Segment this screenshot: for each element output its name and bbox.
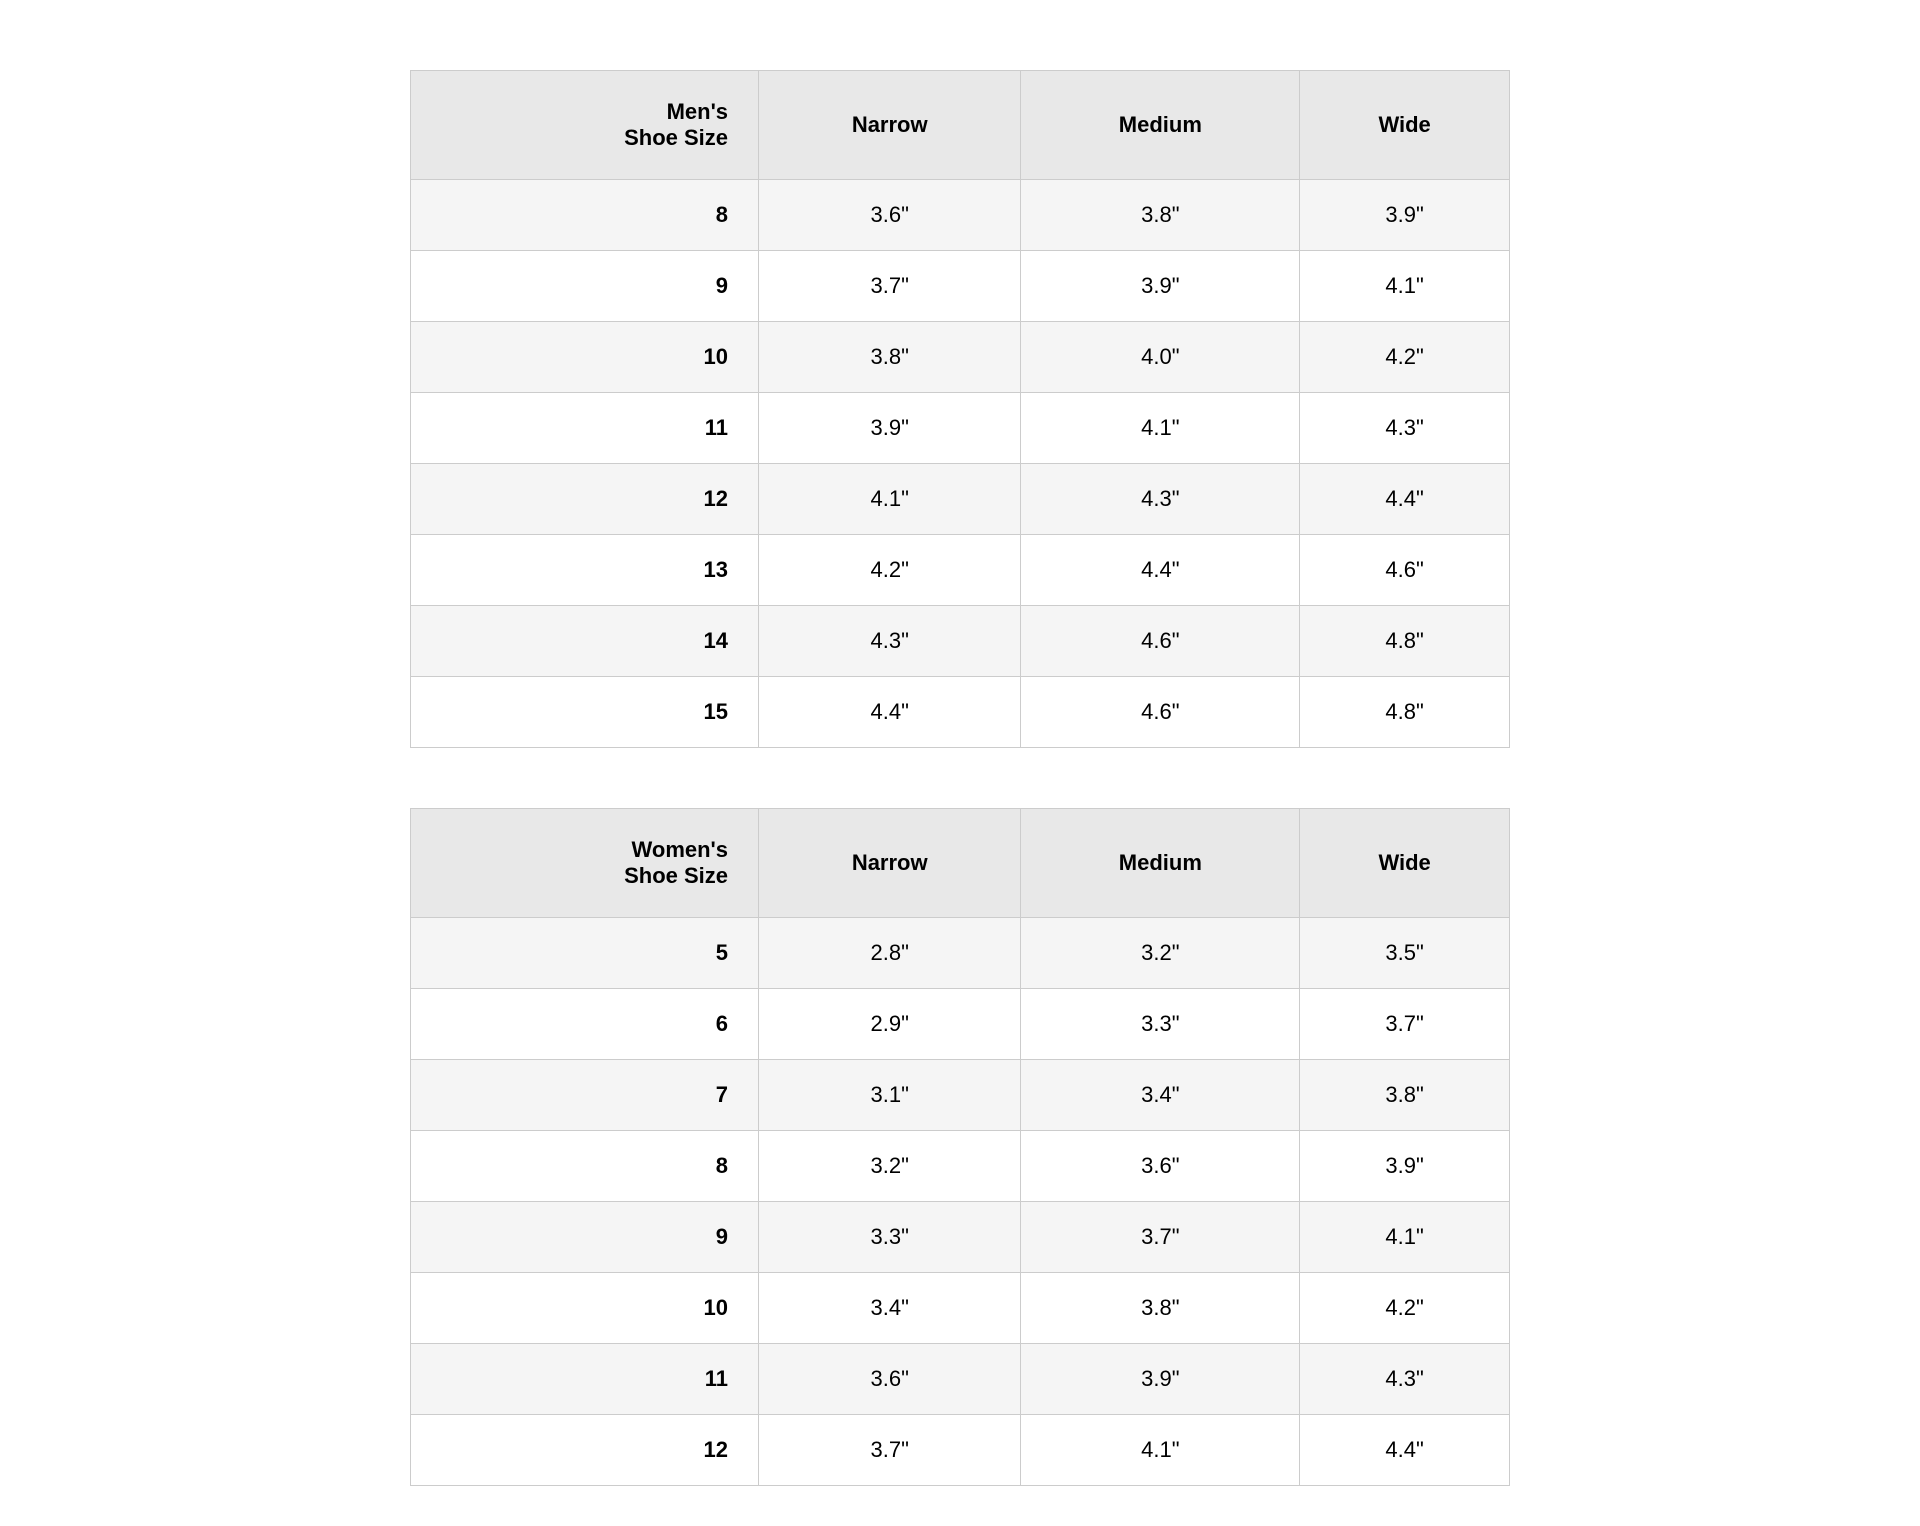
narrow-cell: 4.1" bbox=[759, 464, 1021, 535]
table-row: 6 2.9" 3.3" 3.7" bbox=[411, 989, 1510, 1060]
narrow-cell: 4.4" bbox=[759, 677, 1021, 748]
size-cell: 8 bbox=[411, 180, 759, 251]
size-cell: 6 bbox=[411, 989, 759, 1060]
size-cell: 5 bbox=[411, 918, 759, 989]
table-row: 8 3.2" 3.6" 3.9" bbox=[411, 1131, 1510, 1202]
wide-cell: 3.7" bbox=[1300, 989, 1510, 1060]
table-row: 9 3.7" 3.9" 4.1" bbox=[411, 251, 1510, 322]
medium-cell: 3.8" bbox=[1021, 1273, 1300, 1344]
wide-cell: 4.6" bbox=[1300, 535, 1510, 606]
narrow-cell: 4.3" bbox=[759, 606, 1021, 677]
wide-cell: 4.8" bbox=[1300, 606, 1510, 677]
size-cell: 12 bbox=[411, 1415, 759, 1486]
medium-cell: 3.3" bbox=[1021, 989, 1300, 1060]
medium-cell: 4.0" bbox=[1021, 322, 1300, 393]
table-row: 5 2.8" 3.2" 3.5" bbox=[411, 918, 1510, 989]
womens-size-header: Women'sShoe Size bbox=[411, 809, 759, 918]
table-row: 12 3.7" 4.1" 4.4" bbox=[411, 1415, 1510, 1486]
womens-shoe-size-table: Women'sShoe Size Narrow Medium Wide 5 2.… bbox=[410, 808, 1510, 1486]
wide-cell: 4.1" bbox=[1300, 251, 1510, 322]
narrow-cell: 3.9" bbox=[759, 393, 1021, 464]
narrow-cell: 3.1" bbox=[759, 1060, 1021, 1131]
mens-shoe-size-table: Men'sShoe Size Narrow Medium Wide 8 3.6"… bbox=[410, 70, 1510, 748]
size-cell: 9 bbox=[411, 251, 759, 322]
wide-cell: 3.9" bbox=[1300, 180, 1510, 251]
wide-cell: 3.5" bbox=[1300, 918, 1510, 989]
wide-cell: 3.9" bbox=[1300, 1131, 1510, 1202]
medium-cell: 3.9" bbox=[1021, 1344, 1300, 1415]
table-row: 11 3.6" 3.9" 4.3" bbox=[411, 1344, 1510, 1415]
table-row: 13 4.2" 4.4" 4.6" bbox=[411, 535, 1510, 606]
mens-narrow-header: Narrow bbox=[759, 71, 1021, 180]
medium-cell: 3.2" bbox=[1021, 918, 1300, 989]
narrow-cell: 2.8" bbox=[759, 918, 1021, 989]
size-cell: 10 bbox=[411, 322, 759, 393]
wide-cell: 4.1" bbox=[1300, 1202, 1510, 1273]
table-row: 15 4.4" 4.6" 4.8" bbox=[411, 677, 1510, 748]
size-cell: 9 bbox=[411, 1202, 759, 1273]
medium-cell: 4.4" bbox=[1021, 535, 1300, 606]
medium-cell: 3.7" bbox=[1021, 1202, 1300, 1273]
table-row: 9 3.3" 3.7" 4.1" bbox=[411, 1202, 1510, 1273]
mens-medium-header: Medium bbox=[1021, 71, 1300, 180]
medium-cell: 4.3" bbox=[1021, 464, 1300, 535]
narrow-cell: 4.2" bbox=[759, 535, 1021, 606]
mens-size-header: Men'sShoe Size bbox=[411, 71, 759, 180]
wide-cell: 4.8" bbox=[1300, 677, 1510, 748]
medium-cell: 4.1" bbox=[1021, 393, 1300, 464]
medium-cell: 3.4" bbox=[1021, 1060, 1300, 1131]
wide-cell: 4.2" bbox=[1300, 322, 1510, 393]
table-row: 11 3.9" 4.1" 4.3" bbox=[411, 393, 1510, 464]
wide-cell: 4.4" bbox=[1300, 464, 1510, 535]
size-cell: 15 bbox=[411, 677, 759, 748]
table-row: 12 4.1" 4.3" 4.4" bbox=[411, 464, 1510, 535]
narrow-cell: 3.7" bbox=[759, 1415, 1021, 1486]
size-cell: 10 bbox=[411, 1273, 759, 1344]
size-cell: 11 bbox=[411, 1344, 759, 1415]
medium-cell: 4.6" bbox=[1021, 677, 1300, 748]
medium-cell: 3.6" bbox=[1021, 1131, 1300, 1202]
wide-cell: 4.3" bbox=[1300, 1344, 1510, 1415]
table-row: 14 4.3" 4.6" 4.8" bbox=[411, 606, 1510, 677]
table-row: 7 3.1" 3.4" 3.8" bbox=[411, 1060, 1510, 1131]
wide-cell: 3.8" bbox=[1300, 1060, 1510, 1131]
narrow-cell: 3.8" bbox=[759, 322, 1021, 393]
size-cell: 13 bbox=[411, 535, 759, 606]
mens-wide-header: Wide bbox=[1300, 71, 1510, 180]
table-row: 10 3.4" 3.8" 4.2" bbox=[411, 1273, 1510, 1344]
narrow-cell: 3.7" bbox=[759, 251, 1021, 322]
womens-medium-header: Medium bbox=[1021, 809, 1300, 918]
medium-cell: 3.8" bbox=[1021, 180, 1300, 251]
wide-cell: 4.3" bbox=[1300, 393, 1510, 464]
narrow-cell: 3.6" bbox=[759, 1344, 1021, 1415]
narrow-cell: 2.9" bbox=[759, 989, 1021, 1060]
size-cell: 8 bbox=[411, 1131, 759, 1202]
narrow-cell: 3.4" bbox=[759, 1273, 1021, 1344]
tables-container: Men'sShoe Size Narrow Medium Wide 8 3.6"… bbox=[410, 40, 1510, 1486]
narrow-cell: 3.6" bbox=[759, 180, 1021, 251]
size-cell: 14 bbox=[411, 606, 759, 677]
narrow-cell: 3.3" bbox=[759, 1202, 1021, 1273]
narrow-cell: 3.2" bbox=[759, 1131, 1021, 1202]
womens-narrow-header: Narrow bbox=[759, 809, 1021, 918]
medium-cell: 4.6" bbox=[1021, 606, 1300, 677]
wide-cell: 4.4" bbox=[1300, 1415, 1510, 1486]
size-cell: 12 bbox=[411, 464, 759, 535]
medium-cell: 3.9" bbox=[1021, 251, 1300, 322]
womens-wide-header: Wide bbox=[1300, 809, 1510, 918]
size-cell: 11 bbox=[411, 393, 759, 464]
wide-cell: 4.2" bbox=[1300, 1273, 1510, 1344]
medium-cell: 4.1" bbox=[1021, 1415, 1300, 1486]
table-row: 10 3.8" 4.0" 4.2" bbox=[411, 322, 1510, 393]
size-cell: 7 bbox=[411, 1060, 759, 1131]
table-row: 8 3.6" 3.8" 3.9" bbox=[411, 180, 1510, 251]
